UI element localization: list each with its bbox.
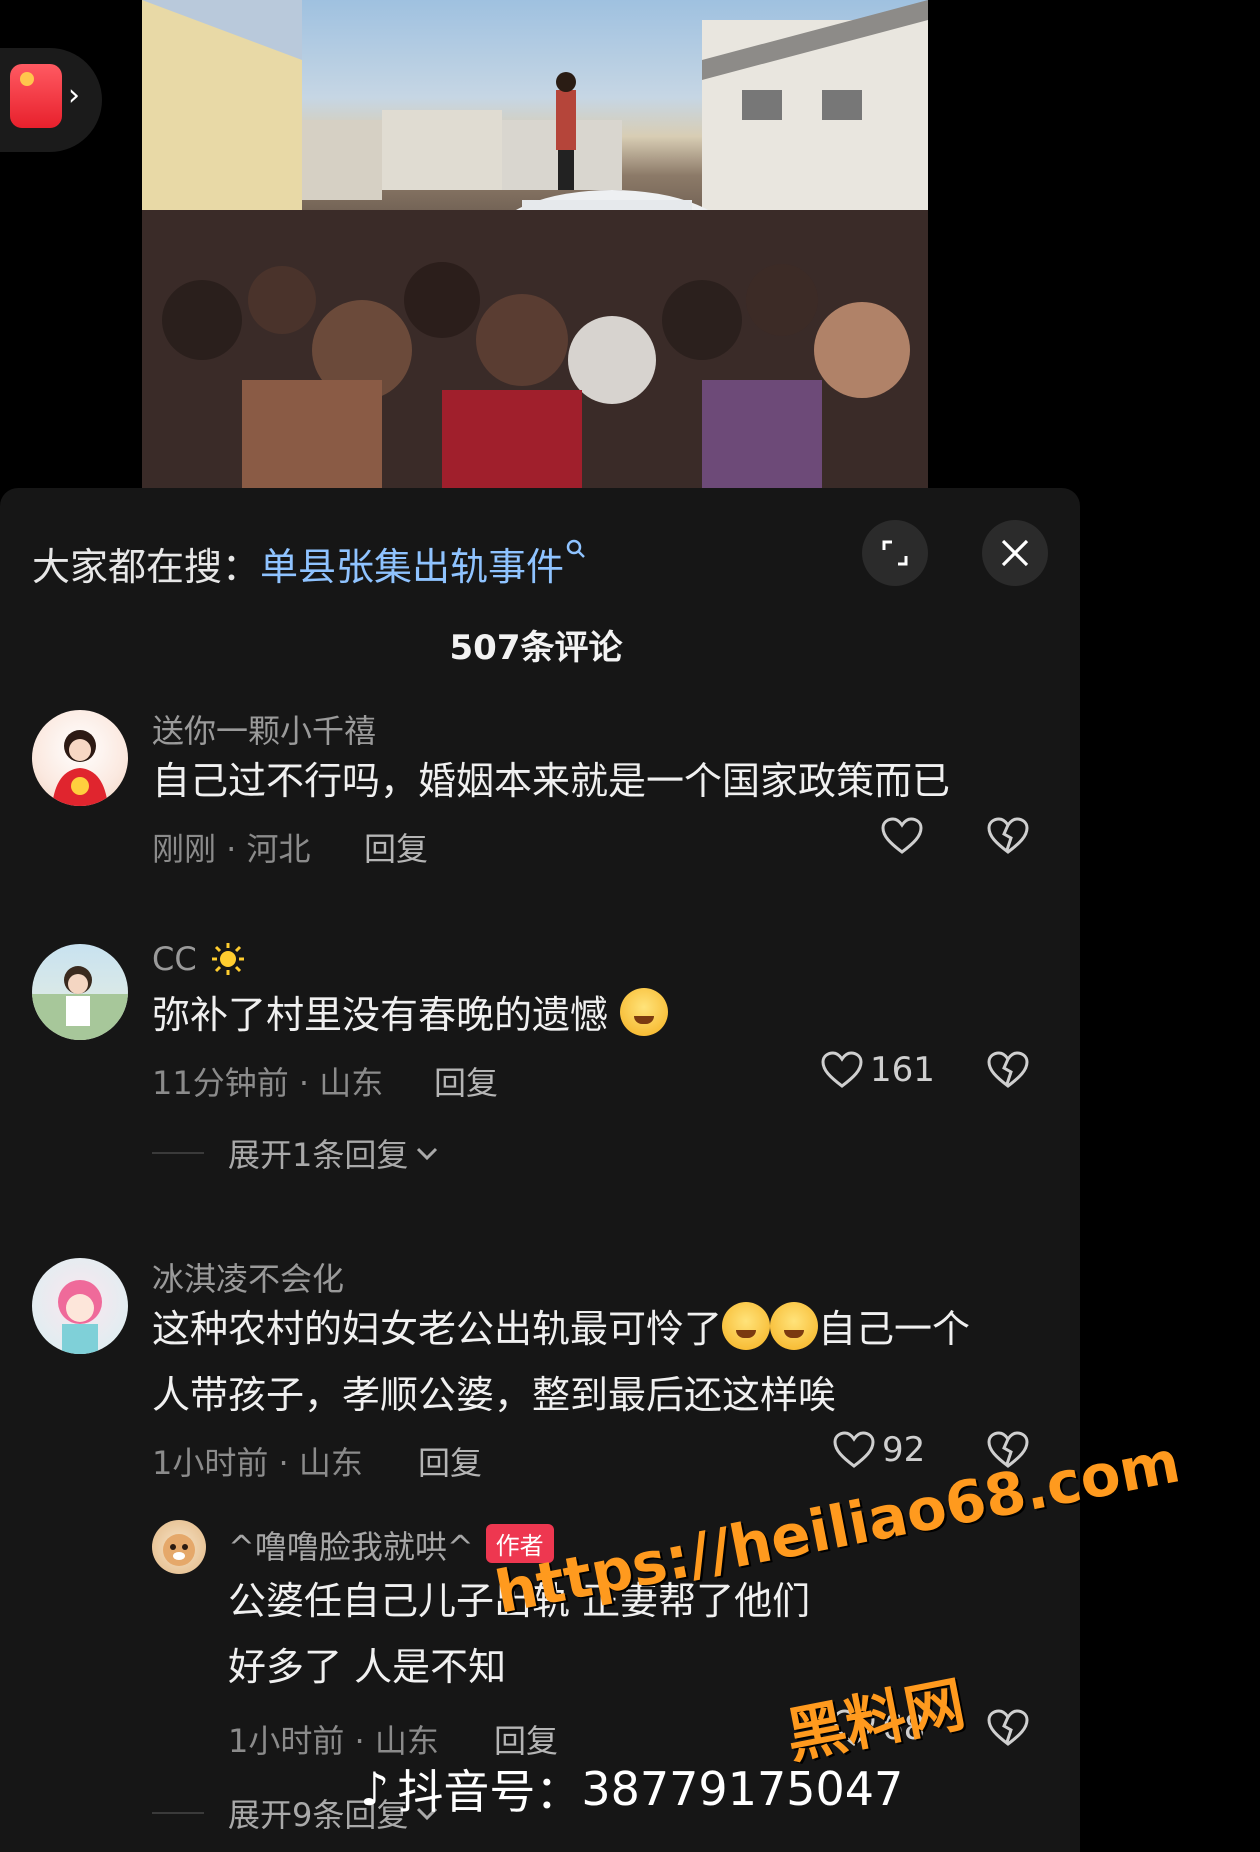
crying-emoji-icon <box>722 1302 771 1350</box>
crying-laughing-emoji-icon <box>620 988 669 1036</box>
sun-icon <box>211 942 245 976</box>
comment-username-text: CC <box>152 940 197 978</box>
heart-icon <box>881 817 923 854</box>
heart-icon <box>833 1431 875 1468</box>
comment-meta: 刚刚 · 河北 <box>152 830 311 868</box>
douyin-logo-icon: ♪ <box>360 1762 390 1816</box>
douyin-id: 38779175047 <box>581 1762 904 1816</box>
like-count: 92 <box>882 1430 926 1470</box>
trending-search-term[interactable]: 单县张集出轨事件 <box>260 536 564 591</box>
reply-username-text: ^噜噜脸我就哄^ <box>228 1528 474 1566</box>
like-button[interactable]: 161 <box>820 1050 935 1090</box>
red-packet-seal <box>20 72 34 86</box>
broken-heart-icon <box>987 1051 1029 1088</box>
red-packet-button[interactable]: › <box>0 48 102 152</box>
like-button[interactable] <box>880 816 930 856</box>
expand-replies-button[interactable]: 展开1条回复 <box>152 1130 440 1176</box>
comment-text-line1: 这种农村的妇女老公出轨最可怜了 <box>152 1307 723 1351</box>
chevron-down-icon <box>417 1147 438 1161</box>
trending-search[interactable]: 大家都在搜： 单县张集出轨事件 <box>32 528 586 598</box>
divider-line <box>152 1152 204 1154</box>
comments-panel: 大家都在搜： 单县张集出轨事件 507条评论 送你一颗小千禧 自己过不行吗，婚姻… <box>0 488 1080 1852</box>
dislike-button[interactable] <box>986 1050 1030 1094</box>
broken-heart-icon <box>987 1709 1029 1746</box>
chevron-right-icon: › <box>68 78 80 113</box>
expand-icon <box>882 540 908 566</box>
close-icon <box>1001 539 1029 567</box>
reply-button[interactable]: 回复 <box>434 1058 498 1104</box>
like-count: 161 <box>870 1050 935 1090</box>
douyin-label: 抖音号： <box>397 1765 582 1819</box>
crying-emoji-icon <box>770 1302 819 1350</box>
comment-count-title: 507条评论 <box>449 628 623 668</box>
expand-button[interactable] <box>862 520 928 586</box>
expand-replies-label: 展开1条回复 <box>228 1136 409 1174</box>
comment-text: 弥补了村里没有春晚的遗憾 <box>152 982 1052 1048</box>
avatar[interactable] <box>32 710 128 806</box>
comment-username[interactable]: CC <box>152 940 245 978</box>
reply-button[interactable]: 回复 <box>364 824 428 870</box>
comment-text-line2: 人带孩子，孝顺公婆，整到最后还这样唉 <box>152 1373 837 1417</box>
video-photo[interactable] <box>142 0 928 488</box>
close-button[interactable] <box>982 520 1048 586</box>
avatar[interactable] <box>32 1258 128 1354</box>
avatar[interactable] <box>32 944 128 1040</box>
comment-text-body: 弥补了村里没有春晚的遗憾 <box>152 993 609 1037</box>
red-packet-icon <box>10 64 62 128</box>
search-icon <box>566 536 586 566</box>
comment-item: CC 弥补了村里没有春晚的遗憾 11分钟前 · 山东 回复 161 展开1条回复 <box>0 932 1080 1222</box>
douyin-watermark: ♪ 抖音号： 38779175047 <box>360 1756 903 1822</box>
reply-avatar[interactable] <box>152 1520 206 1574</box>
dislike-button[interactable] <box>986 1708 1030 1752</box>
heart-icon <box>821 1051 863 1088</box>
reply-button[interactable]: 回复 <box>418 1438 482 1484</box>
like-button[interactable]: 92 <box>832 1430 925 1470</box>
comment-meta: 1小时前 · 山东 <box>152 1444 363 1482</box>
dislike-button[interactable] <box>986 816 1030 860</box>
comment-text: 自己过不行吗，婚姻本来就是一个国家政策而已 <box>152 759 951 803</box>
comment-text-line1-tail: 自己一个 <box>818 1307 971 1351</box>
comment-text: 这种农村的妇女老公出轨最可怜了 自己一个 人带孩子，孝顺公婆，整到最后还这样唉 <box>152 1296 1052 1428</box>
broken-heart-icon <box>987 817 1029 854</box>
comment-item: 送你一颗小千禧 自己过不行吗，婚姻本来就是一个国家政策而已 刚刚 · 河北 回复 <box>0 698 1080 918</box>
comment-username[interactable]: 送你一颗小千禧 <box>152 706 376 752</box>
trending-search-prefix: 大家都在搜： <box>32 544 261 589</box>
comment-username[interactable]: 冰淇凌不会化 <box>152 1254 344 1300</box>
comment-meta: 11分钟前 · 山东 <box>152 1064 384 1102</box>
divider-line <box>152 1812 204 1814</box>
